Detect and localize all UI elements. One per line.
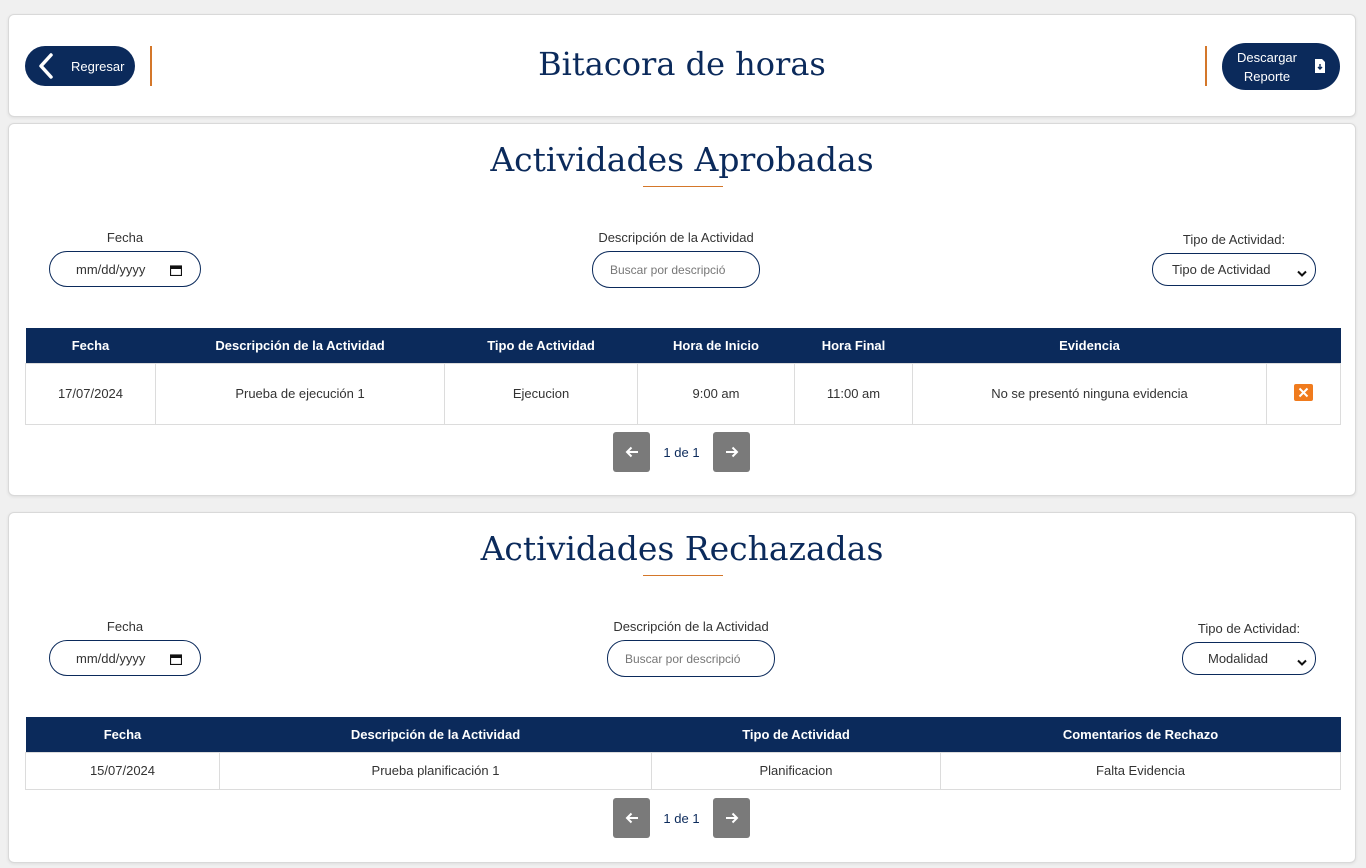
- column-header: Descripción de la Actividad: [155, 328, 445, 363]
- column-header: Fecha: [25, 328, 156, 363]
- approved-activities-table: Fecha Descripción de la Actividad Tipo d…: [25, 328, 1341, 425]
- arrow-left-icon: [625, 446, 638, 458]
- cell-comentarios: Falta Evidencia: [940, 751, 1341, 790]
- activity-type-select[interactable]: Tipo de Actividad: [1152, 253, 1316, 286]
- prev-page-button[interactable]: [613, 798, 650, 838]
- rejected-activities-table: Fecha Descripción de la Actividad Tipo d…: [25, 717, 1341, 790]
- title-underline: [643, 575, 723, 576]
- prev-page-button[interactable]: [613, 432, 650, 472]
- description-filter-label: Descripción de la Actividad: [613, 619, 769, 634]
- table-row: 15/07/2024 Prueba planificación 1 Planif…: [25, 751, 1341, 790]
- description-filter-label: Descripción de la Actividad: [598, 230, 754, 245]
- description-search-input[interactable]: Buscar por descripció: [607, 640, 775, 677]
- table-row: 17/07/2024 Prueba de ejecución 1 Ejecuci…: [25, 362, 1341, 425]
- divider: [1205, 46, 1207, 86]
- cell-hora-inicio: 9:00 am: [637, 362, 795, 425]
- date-filter-placeholder: mm/dd/yyyy: [76, 650, 146, 666]
- arrow-left-icon: [625, 812, 638, 824]
- date-filter-placeholder: mm/dd/yyyy: [76, 261, 146, 277]
- section-title: Actividades Rechazadas: [480, 529, 884, 568]
- description-search-input[interactable]: Buscar por descripció: [592, 251, 760, 288]
- date-filter-input[interactable]: mm/dd/yyyy: [49, 640, 201, 676]
- approved-activities-card: Actividades Aprobadas Fecha mm/dd/yyyy D…: [8, 123, 1356, 496]
- cell-tipo: Ejecucion: [444, 362, 638, 425]
- column-header: Hora Final: [794, 328, 913, 363]
- activity-type-selected: Tipo de Actividad: [1172, 262, 1271, 277]
- table-header-row: Fecha Descripción de la Actividad Tipo d…: [25, 717, 1341, 752]
- column-header: Descripción de la Actividad: [219, 717, 652, 752]
- next-page-button[interactable]: [713, 432, 750, 472]
- cell-actions: [1266, 362, 1341, 425]
- page-indicator: 1 de 1: [663, 810, 700, 826]
- rejected-activities-card: Actividades Rechazadas Fecha mm/dd/yyyy …: [8, 512, 1356, 863]
- pagination: 1 de 1: [613, 432, 750, 472]
- cell-fecha: 17/07/2024: [25, 362, 156, 425]
- calendar-icon[interactable]: [169, 264, 183, 277]
- arrow-right-icon: [725, 812, 738, 824]
- column-header: Tipo de Actividad: [444, 328, 638, 363]
- cell-evidencia: No se presentó ninguna evidencia: [912, 362, 1267, 425]
- column-header: Hora de Inicio: [637, 328, 795, 363]
- next-page-button[interactable]: [713, 798, 750, 838]
- cell-hora-final: 11:00 am: [794, 362, 913, 425]
- download-report-label: Descargar Reporte: [1237, 49, 1297, 84]
- arrow-right-icon: [725, 446, 738, 458]
- cell-tipo: Planificacion: [651, 751, 941, 790]
- column-header: [1266, 328, 1341, 363]
- column-header: Fecha: [25, 717, 220, 752]
- title-underline: [643, 186, 723, 187]
- chevron-down-icon: [1297, 655, 1307, 666]
- close-icon: [1298, 387, 1309, 397]
- date-filter-label: Fecha: [106, 230, 144, 245]
- column-header: Evidencia: [912, 328, 1267, 363]
- activity-type-label: Tipo de Actividad:: [1197, 621, 1301, 636]
- download-report-button[interactable]: Descargar Reporte: [1222, 43, 1340, 90]
- delete-button[interactable]: [1294, 383, 1313, 401]
- cell-fecha: 15/07/2024: [25, 751, 220, 790]
- activity-type-select[interactable]: Modalidad: [1182, 642, 1316, 675]
- page-indicator: 1 de 1: [663, 444, 700, 460]
- date-filter-label: Fecha: [106, 619, 144, 634]
- cell-descripcion: Prueba de ejecución 1: [155, 362, 445, 425]
- date-filter-input[interactable]: mm/dd/yyyy: [49, 251, 201, 287]
- column-header: Tipo de Actividad: [651, 717, 941, 752]
- page-title: Bitacora de horas: [538, 45, 826, 83]
- column-header: Comentarios de Rechazo: [940, 717, 1341, 752]
- calendar-icon[interactable]: [169, 653, 183, 666]
- activity-type-label: Tipo de Actividad:: [1182, 232, 1286, 247]
- table-header-row: Fecha Descripción de la Actividad Tipo d…: [25, 328, 1341, 363]
- section-title: Actividades Aprobadas: [490, 140, 874, 179]
- chevron-down-icon: [1297, 266, 1307, 277]
- pagination: 1 de 1: [613, 798, 750, 838]
- activity-type-selected: Modalidad: [1208, 651, 1268, 666]
- file-download-icon: [1314, 58, 1328, 75]
- header-card: Regresar Bitacora de horas Descargar Rep…: [8, 14, 1356, 117]
- cell-descripcion: Prueba planificación 1: [219, 751, 652, 790]
